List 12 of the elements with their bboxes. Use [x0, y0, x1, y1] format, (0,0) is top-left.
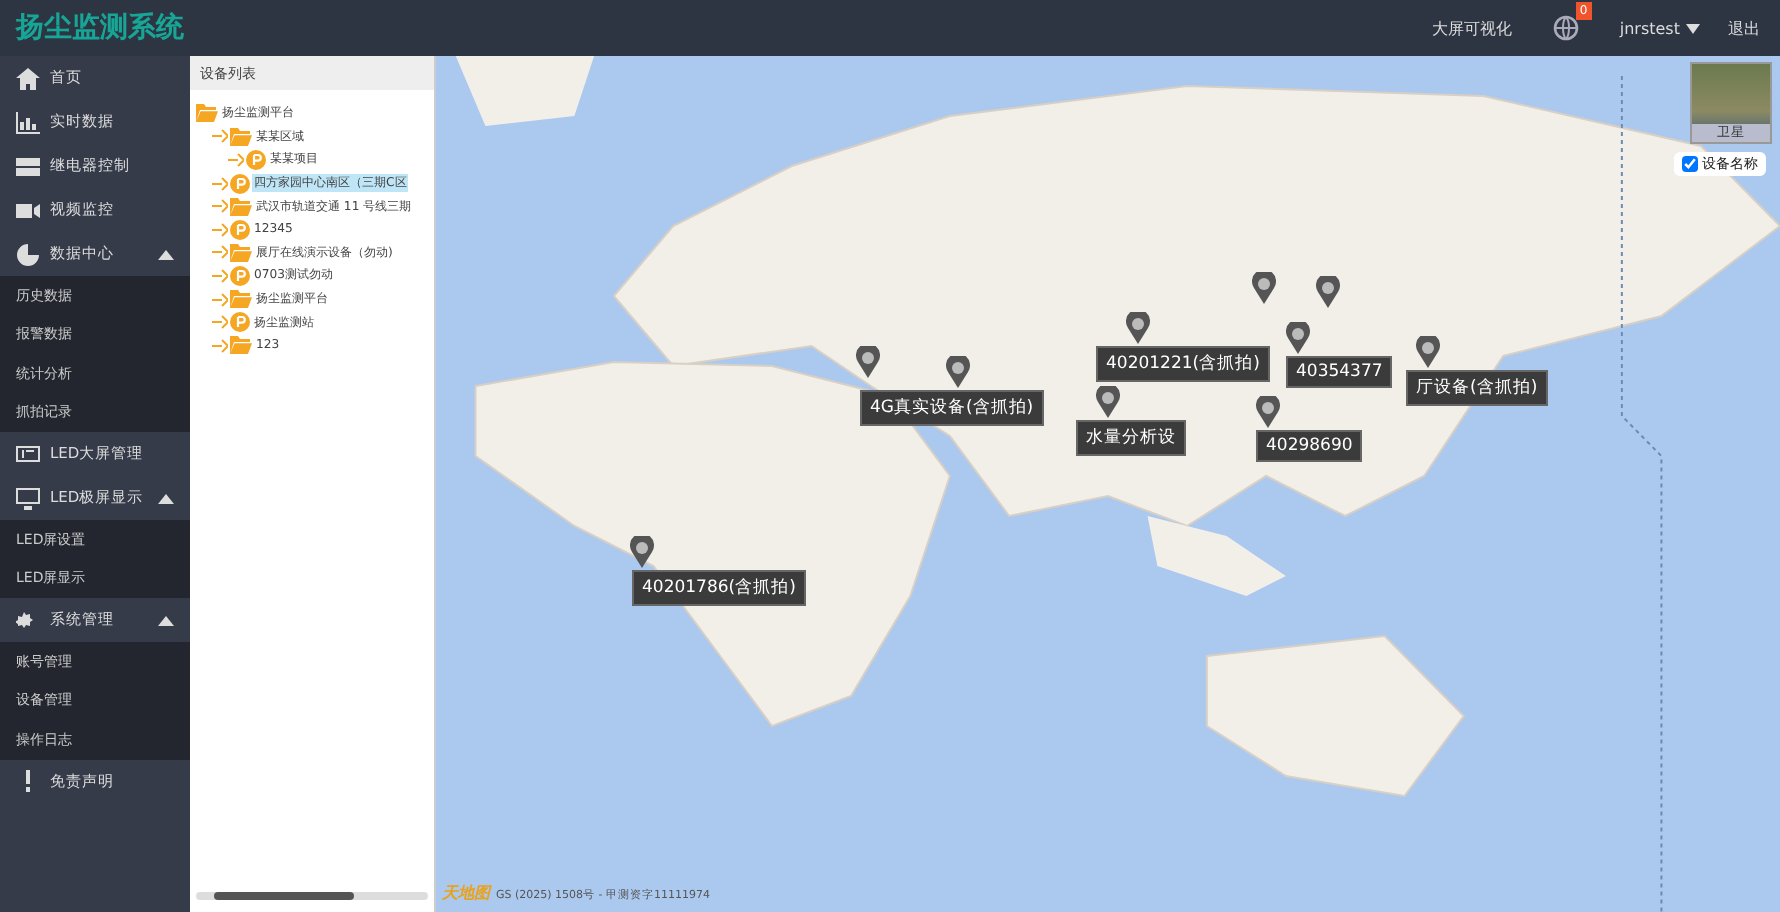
marker-label[interactable]: 40354377 [1286, 356, 1393, 388]
marker-label[interactable]: 40298690 [1256, 430, 1363, 462]
visualization-link[interactable]: 大屏可视化 [1431, 17, 1512, 39]
marker-label[interactable]: 水量分析设 [1076, 420, 1186, 456]
map-logo: 天地图 [442, 882, 490, 904]
user-menu[interactable]: jnrstest [1619, 19, 1700, 37]
marker-label[interactable]: 40201221(含抓拍) [1096, 346, 1270, 382]
marker-label[interactable]: 厅设备(含抓拍) [1406, 370, 1548, 406]
app-title: 扬尘监测系统 [16, 10, 184, 46]
logout-link[interactable]: 退出 [1728, 17, 1760, 39]
marker-label[interactable]: 4G真实设备(含抓拍) [860, 390, 1044, 426]
marker-label[interactable]: 40201786(含抓拍) [632, 570, 806, 606]
